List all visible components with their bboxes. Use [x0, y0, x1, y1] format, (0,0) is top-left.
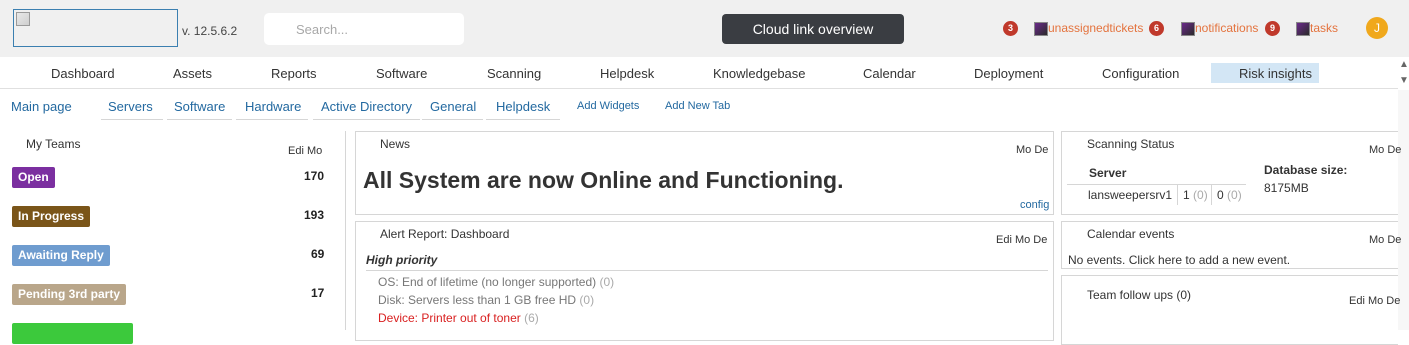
tab-general[interactable]: General: [422, 99, 484, 120]
server-column-header: Server: [1089, 166, 1127, 180]
tab-hardware[interactable]: Hardware: [236, 99, 309, 120]
nav-item-dashboard[interactable]: Dashboard: [51, 66, 115, 81]
nav-item-knowledgebase[interactable]: Knowledgebase: [713, 66, 806, 81]
scroll-up-icon[interactable]: ▲: [1399, 59, 1409, 70]
calendar-panel-tools[interactable]: Mo De: [1369, 234, 1403, 246]
nav-item-software[interactable]: Software: [376, 66, 427, 81]
database-size-value: 8175MB: [1264, 181, 1309, 195]
database-size-label: Database size:: [1264, 163, 1348, 177]
dashboard-tabs: Main page Servers Software Hardware Acti…: [0, 90, 1398, 120]
server-name[interactable]: lansweepersrv1: [1088, 188, 1172, 202]
team-followups-panel: [1061, 275, 1398, 345]
server-value-1: 1 (0): [1183, 188, 1208, 202]
notifications-icon[interactable]: [1181, 22, 1195, 36]
cloud-link-overview-button[interactable]: Cloud link overview: [722, 14, 904, 44]
status-in-progress-button[interactable]: In Progress: [12, 206, 91, 227]
status-awaiting-reply-button[interactable]: Awaiting Reply: [12, 245, 110, 266]
cell-divider: [1177, 185, 1178, 205]
notifications-badge[interactable]: 9: [1265, 21, 1280, 36]
nav-item-configuration[interactable]: Configuration: [1102, 66, 1179, 81]
server-table-divider: [1067, 184, 1246, 185]
search-input[interactable]: [264, 13, 464, 45]
tab-servers[interactable]: Servers: [101, 99, 163, 120]
add-widgets-link[interactable]: Add Widgets: [577, 100, 639, 112]
calendar-empty-message[interactable]: No events. Click here to add a new event…: [1068, 253, 1290, 267]
nav-item-deployment[interactable]: Deployment: [974, 66, 1043, 81]
scanning-status-title: Scanning Status: [1087, 137, 1175, 151]
tab-main-page[interactable]: Main page: [11, 99, 72, 119]
status-awaiting-reply-count: 69: [311, 247, 325, 261]
unassigned-tickets-badge[interactable]: 6: [1149, 21, 1164, 36]
my-teams-panel: My Teams Edi Mo De Open 170 In Progress …: [0, 131, 346, 344]
logo-image-icon: [16, 12, 30, 26]
alert-report-title: Alert Report: Dashboard: [380, 227, 510, 241]
news-headline: All System are now Online and Functionin…: [363, 167, 844, 193]
scanning-panel-tools[interactable]: Mo De: [1369, 144, 1403, 156]
unassigned-tickets-link[interactable]: unassignedtickets: [1048, 21, 1143, 35]
status-in-progress-count: 193: [304, 208, 325, 222]
version-label: v. 12.5.6.2: [182, 24, 238, 38]
news-config-link[interactable]: config: [1020, 199, 1049, 211]
alert-priority-heading: High priority: [366, 253, 438, 267]
nav-item-risk-insights[interactable]: Risk insights: [1239, 66, 1312, 81]
cell-divider: [1211, 185, 1212, 205]
team-followups-panel-tools[interactable]: Edi Mo De: [1349, 295, 1405, 307]
alert-report-panel-tools[interactable]: Edi Mo De: [996, 234, 1052, 246]
panel-tools[interactable]: Edi Mo De: [288, 145, 322, 157]
avatar[interactable]: J: [1366, 17, 1388, 39]
badge-count[interactable]: 3: [1003, 21, 1018, 36]
tasks-icon[interactable]: [1296, 22, 1310, 36]
nav-item-reports[interactable]: Reports: [271, 66, 317, 81]
alert-item[interactable]: Device: Printer out of toner (6): [378, 311, 539, 325]
calendar-events-title: Calendar events: [1087, 227, 1175, 241]
alert-separator: [366, 270, 1048, 271]
notifications-link[interactable]: notifications: [1195, 21, 1258, 35]
status-open-button[interactable]: Open: [12, 167, 55, 188]
team-followups-title: Team follow ups (0): [1087, 288, 1192, 302]
status-open-count: 170: [304, 169, 325, 183]
scrollbar[interactable]: [1398, 90, 1409, 330]
nav-item-helpdesk[interactable]: Helpdesk: [600, 66, 654, 81]
alert-item[interactable]: OS: End of lifetime (no longer supported…: [378, 275, 614, 289]
nav-item-assets[interactable]: Assets: [173, 66, 212, 81]
scroll-down-icon[interactable]: ▼: [1399, 75, 1409, 86]
status-partial-button[interactable]: [12, 323, 133, 344]
news-panel-tools[interactable]: Mo De: [1016, 144, 1050, 156]
tab-helpdesk[interactable]: Helpdesk: [486, 99, 561, 120]
news-title: News: [380, 137, 411, 151]
tab-active-directory[interactable]: Active Directory: [313, 99, 421, 120]
nav-item-calendar[interactable]: Calendar: [863, 66, 916, 81]
logo[interactable]: [13, 9, 178, 47]
status-pending-3rd-party-button[interactable]: Pending 3rd party: [12, 284, 127, 305]
my-teams-title: My Teams: [26, 137, 81, 151]
top-header: v. 12.5.6.2 Cloud link overview 3 unassi…: [0, 0, 1409, 57]
alert-item[interactable]: Disk: Servers less than 1 GB free HD (0): [378, 293, 594, 307]
unassigned-tickets-icon[interactable]: [1034, 22, 1048, 36]
nav-item-scanning[interactable]: Scanning: [487, 66, 541, 81]
tab-software[interactable]: Software: [167, 99, 233, 120]
status-pending-3rd-party-count: 17: [311, 286, 325, 300]
tasks-link[interactable]: tasks: [1310, 21, 1338, 35]
server-value-2: 0 (0): [1217, 188, 1242, 202]
main-nav: Dashboard Assets Reports Software Scanni…: [0, 57, 1398, 89]
add-new-tab-link[interactable]: Add New Tab: [665, 100, 730, 112]
